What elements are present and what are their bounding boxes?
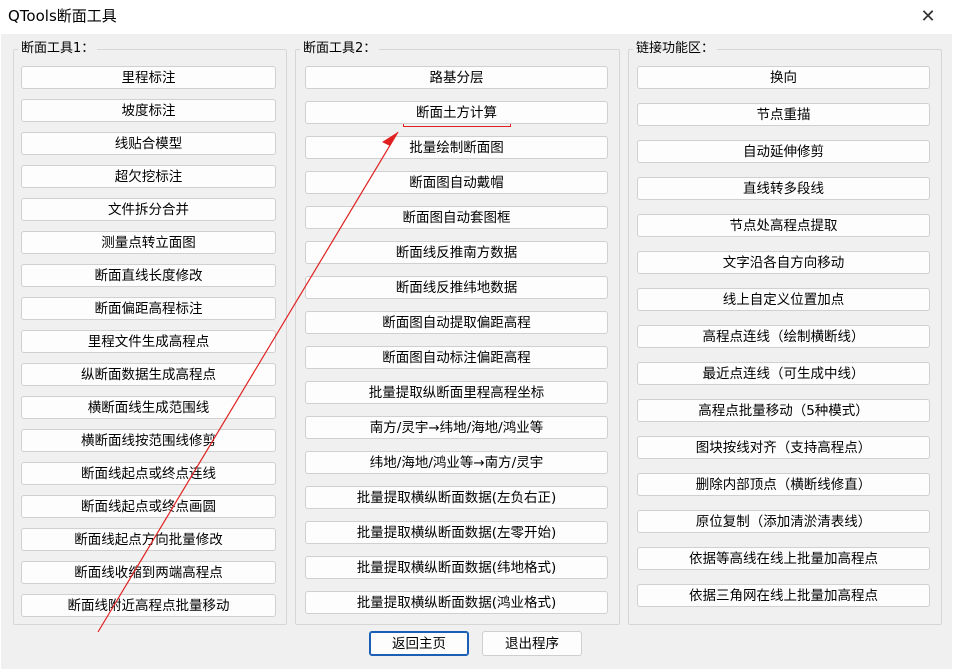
group1-button-3[interactable]: 线贴合模型	[21, 132, 276, 155]
group1-button-15[interactable]: 断面线起点方向批量修改	[21, 528, 276, 551]
group3-button-11[interactable]: 图块按线对齐（支持高程点）	[637, 436, 930, 459]
group3-button-14[interactable]: 依据等高线在线上批量加高程点	[637, 547, 930, 570]
group3-button-6[interactable]: 文字沿各自方向移动	[637, 251, 930, 274]
group-label: 链接功能区：	[633, 41, 718, 57]
group2-button-7[interactable]: 断面线反推纬地数据	[305, 276, 608, 299]
group1-button-10[interactable]: 纵断面数据生成高程点	[21, 363, 276, 386]
group3-button-1[interactable]: 换向	[637, 66, 930, 89]
group1-button-11[interactable]: 横断面线生成范围线	[21, 396, 276, 419]
group2-button-3[interactable]: 批量绘制断面图	[305, 136, 608, 159]
group2-button-11[interactable]: 南方/灵宇→纬地/海地/鸿业等	[305, 416, 608, 439]
group3-button-5[interactable]: 节点处高程点提取	[637, 214, 930, 237]
group3-button-13[interactable]: 原位复制（添加清淤清表线）	[637, 510, 930, 533]
group2-button-15[interactable]: 批量提取横纵断面数据(纬地格式)	[305, 556, 608, 579]
group-label: 断面工具2：	[300, 41, 380, 57]
group1-button-4[interactable]: 超欠挖标注	[21, 165, 276, 188]
group2-button-8[interactable]: 断面图自动提取偏距高程	[305, 311, 608, 334]
group3-button-15[interactable]: 依据三角网在线上批量加高程点	[637, 584, 930, 607]
group2-button-10[interactable]: 批量提取纵断面里程高程坐标	[305, 381, 608, 404]
title-bar: QTools断面工具 ✕	[0, 0, 953, 34]
group1-button-14[interactable]: 断面线起点或终点画圆	[21, 495, 276, 518]
exit-program-button[interactable]: 退出程序	[482, 631, 582, 656]
group1-button-1[interactable]: 里程标注	[21, 66, 276, 89]
group2-button-16[interactable]: 批量提取横纵断面数据(鸿业格式)	[305, 591, 608, 614]
close-icon[interactable]: ✕	[917, 6, 939, 28]
group3-button-9[interactable]: 最近点连线（可生成中线）	[637, 362, 930, 385]
group2-button-2[interactable]: 断面土方计算	[305, 101, 608, 124]
group2-button-4[interactable]: 断面图自动戴帽	[305, 171, 608, 194]
group3-button-12[interactable]: 删除内部顶点（横断线修直）	[637, 473, 930, 496]
group1-button-7[interactable]: 断面直线长度修改	[21, 264, 276, 287]
group3-button-2[interactable]: 节点重描	[637, 103, 930, 126]
group1-button-13[interactable]: 断面线起点或终点连线	[21, 462, 276, 485]
group1-button-8[interactable]: 断面偏距高程标注	[21, 297, 276, 320]
group1-button-17[interactable]: 断面线附近高程点批量移动	[21, 594, 276, 617]
group1-button-12[interactable]: 横断面线按范围线修剪	[21, 429, 276, 452]
group1-button-2[interactable]: 坡度标注	[21, 99, 276, 122]
window-title: QTools断面工具	[8, 7, 117, 25]
group2-button-14[interactable]: 批量提取横纵断面数据(左零开始)	[305, 521, 608, 544]
client-area: 断面工具1： 断面工具2： 链接功能区： 返回主页 退出程序 里程标注坡度标注线…	[1, 34, 952, 669]
group2-button-13[interactable]: 批量提取横纵断面数据(左负右正)	[305, 486, 608, 509]
group3-button-8[interactable]: 高程点连线（绘制横断线）	[637, 325, 930, 348]
group-label: 断面工具1：	[18, 41, 98, 57]
group1-button-16[interactable]: 断面线收缩到两端高程点	[21, 561, 276, 584]
group3-button-7[interactable]: 线上自定义位置加点	[637, 288, 930, 311]
group1-button-9[interactable]: 里程文件生成高程点	[21, 330, 276, 353]
group3-button-10[interactable]: 高程点批量移动（5种模式）	[637, 399, 930, 422]
group3-button-4[interactable]: 直线转多段线	[637, 177, 930, 200]
return-home-button[interactable]: 返回主页	[369, 631, 469, 656]
group2-button-9[interactable]: 断面图自动标注偏距高程	[305, 346, 608, 369]
group3-button-3[interactable]: 自动延伸修剪	[637, 140, 930, 163]
group2-button-1[interactable]: 路基分层	[305, 66, 608, 89]
group1-button-5[interactable]: 文件拆分合并	[21, 198, 276, 221]
group2-button-6[interactable]: 断面线反推南方数据	[305, 241, 608, 264]
group2-button-5[interactable]: 断面图自动套图框	[305, 206, 608, 229]
group1-button-6[interactable]: 测量点转立面图	[21, 231, 276, 254]
group2-button-12[interactable]: 纬地/海地/鸿业等→南方/灵宇	[305, 451, 608, 474]
